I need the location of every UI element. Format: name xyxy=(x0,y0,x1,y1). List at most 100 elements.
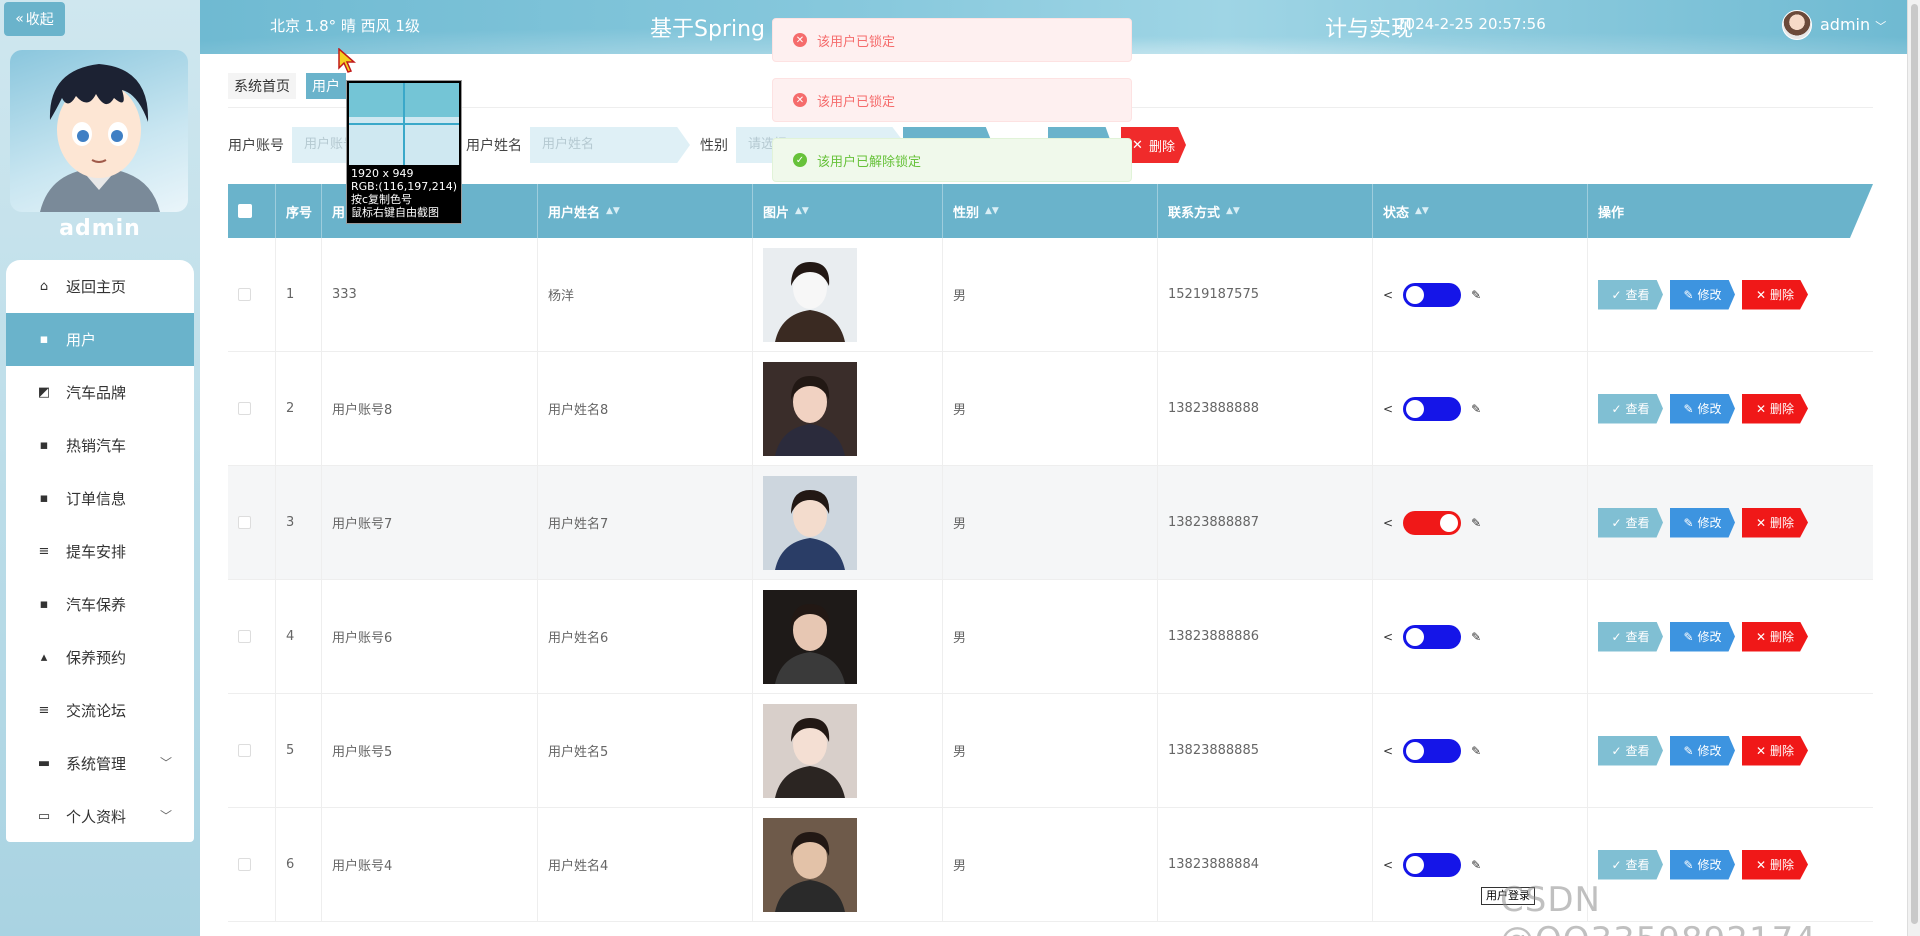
share-icon[interactable]: < xyxy=(1383,516,1393,530)
sidebar-item-maintenance[interactable]: ▪ 汽车保养 xyxy=(6,578,194,631)
view-button[interactable]: ✓ 查看 xyxy=(1598,621,1663,652)
row-checkbox[interactable] xyxy=(238,630,251,643)
sidebar-item-pickup[interactable]: ≡ 提车安排 xyxy=(6,525,194,578)
sidebar-item-maintenance-booking[interactable]: ▴ 保养预约 xyxy=(6,631,194,684)
user-photo[interactable] xyxy=(763,475,857,570)
user-photo[interactable] xyxy=(763,247,857,342)
cell-phone: 13823888886 xyxy=(1158,580,1373,693)
edit-icon[interactable]: ✎ xyxy=(1471,402,1481,416)
toast-text: 该用户已锁定 xyxy=(817,34,896,50)
user-photo[interactable] xyxy=(763,703,857,798)
switch-knob xyxy=(1406,855,1425,874)
row-checkbox-cell xyxy=(228,808,276,921)
user-photo[interactable] xyxy=(763,817,857,912)
share-icon[interactable]: < xyxy=(1383,744,1393,758)
delete-button[interactable]: ✕ 删除 xyxy=(1742,735,1808,766)
cell-no: 2 xyxy=(276,352,322,465)
user-avatar[interactable] xyxy=(1782,10,1812,40)
sidebar-item-hot-cars[interactable]: ▪ 热销汽车 xyxy=(6,419,194,472)
cell-name: 用户姓名6 xyxy=(538,580,753,693)
edit-button[interactable]: ✎ 修改 xyxy=(1670,279,1735,310)
delete-button[interactable]: ✕ 删除 xyxy=(1742,507,1808,538)
lock-switch[interactable] xyxy=(1403,624,1462,649)
row-checkbox[interactable] xyxy=(238,858,251,871)
col-name[interactable]: 用户姓名 ▲▼ xyxy=(538,184,753,238)
delete-button[interactable]: ✕ 删除 xyxy=(1742,621,1808,652)
page-scrollbar[interactable] xyxy=(1907,0,1920,936)
user-menu[interactable]: admin ﹀ xyxy=(1820,15,1886,34)
cell-state: < ✎ xyxy=(1373,466,1588,579)
delete-button[interactable]: ✕ 删除 xyxy=(1742,849,1808,880)
sidebar-item-forum[interactable]: ≡ 交流论坛 xyxy=(6,684,194,737)
cell-image xyxy=(753,238,943,351)
share-icon[interactable]: < xyxy=(1383,858,1393,872)
select-all-checkbox[interactable] xyxy=(238,204,252,218)
color-picker-overlay: 1920 x 949 RGB:(116,197,214) 按c复制色号 鼠标右键… xyxy=(346,80,462,224)
name-input[interactable]: 用户姓名 xyxy=(530,127,690,163)
sidebar-item-profile[interactable]: ▭ 个人资料 ﹀ xyxy=(6,790,194,842)
cell-account: 用户账号7 xyxy=(322,466,538,579)
sidebar-item-car-brands[interactable]: ◩ 汽车品牌 xyxy=(6,366,194,419)
col-state[interactable]: 状态 ▲▼ xyxy=(1373,184,1588,238)
edit-button[interactable]: ✎ 修改 xyxy=(1670,393,1735,424)
sidebar-item-home[interactable]: ⌂ 返回主页 xyxy=(6,260,194,313)
user-photo[interactable] xyxy=(763,361,857,456)
lock-switch[interactable] xyxy=(1403,510,1462,535)
picker-hint-capture: 鼠标右键自由截图 xyxy=(351,206,439,219)
close-icon: ✕ xyxy=(1755,857,1767,872)
cell-image xyxy=(753,352,943,465)
view-button[interactable]: ✓ 查看 xyxy=(1598,849,1663,880)
edit-button[interactable]: ✎ 修改 xyxy=(1670,849,1735,880)
col-sex[interactable]: 性别 ▲▼ xyxy=(943,184,1158,238)
share-icon[interactable]: < xyxy=(1383,288,1393,302)
lock-switch[interactable] xyxy=(1403,852,1462,877)
sidebar-item-system[interactable]: ▬ 系统管理 ﹀ xyxy=(6,737,194,790)
delete-button[interactable]: ✕ 删除 xyxy=(1742,393,1808,424)
delete-button[interactable]: ✕ 删除 xyxy=(1742,279,1808,310)
edit-icon[interactable]: ✎ xyxy=(1471,516,1481,530)
row-checkbox[interactable] xyxy=(238,402,251,415)
view-button[interactable]: ✓ 查看 xyxy=(1598,393,1663,424)
edit-icon: ✎ xyxy=(1683,857,1694,872)
lock-switch[interactable] xyxy=(1403,738,1462,763)
delete-label: 删除 xyxy=(1770,516,1795,530)
sidebar-item-label: 用户 xyxy=(66,331,97,349)
edit-icon[interactable]: ✎ xyxy=(1471,630,1481,644)
edit-icon[interactable]: ✎ xyxy=(1471,744,1481,758)
collapse-button[interactable]: « 收起 xyxy=(4,2,65,36)
edit-icon[interactable]: ✎ xyxy=(1471,858,1481,872)
cell-phone: 13823888884 xyxy=(1158,808,1373,921)
sidebar-menu: ⌂ 返回主页 ▪ 用户 ◩ 汽车品牌 ▪ 热销汽车 ▪ 订单信息 ≡ 提车安排 … xyxy=(6,260,194,842)
check-icon: ✓ xyxy=(1611,515,1622,530)
col-image[interactable]: 图片 ▲▼ xyxy=(753,184,943,238)
share-icon[interactable]: < xyxy=(1383,630,1393,644)
user-photo[interactable] xyxy=(763,589,857,684)
cell-name: 用户姓名5 xyxy=(538,694,753,807)
lock-switch[interactable] xyxy=(1403,396,1462,421)
breadcrumb-home[interactable]: 系统首页 xyxy=(228,73,296,99)
view-label: 查看 xyxy=(1625,288,1650,302)
select-all-checkbox-cell xyxy=(228,184,276,238)
edit-button[interactable]: ✎ 修改 xyxy=(1670,621,1735,652)
edit-button[interactable]: ✎ 修改 xyxy=(1670,507,1735,538)
cell-state: < ✎ xyxy=(1373,352,1588,465)
view-button[interactable]: ✓ 查看 xyxy=(1598,279,1663,310)
cell-state: < ✎ xyxy=(1373,580,1588,693)
col-phone[interactable]: 联系方式 ▲▼ xyxy=(1158,184,1373,238)
edit-icon[interactable]: ✎ xyxy=(1471,288,1481,302)
scrollbar-thumb[interactable] xyxy=(1911,4,1918,924)
chevron-down-icon: ﹀ xyxy=(1875,20,1887,33)
row-checkbox[interactable] xyxy=(238,744,251,757)
row-checkbox[interactable] xyxy=(238,288,251,301)
lock-switch[interactable] xyxy=(1403,282,1462,307)
sidebar-item-users[interactable]: ▪ 用户 xyxy=(6,313,194,366)
profile-avatar xyxy=(10,50,188,212)
sidebar-item-orders[interactable]: ▪ 订单信息 xyxy=(6,472,194,525)
view-button[interactable]: ✓ 查看 xyxy=(1598,735,1663,766)
user-icon: ▴ xyxy=(40,650,48,665)
edit-button[interactable]: ✎ 修改 xyxy=(1670,735,1735,766)
row-checkbox[interactable] xyxy=(238,516,251,529)
col-state-label: 状态 xyxy=(1383,205,1410,221)
view-button[interactable]: ✓ 查看 xyxy=(1598,507,1663,538)
share-icon[interactable]: < xyxy=(1383,402,1393,416)
